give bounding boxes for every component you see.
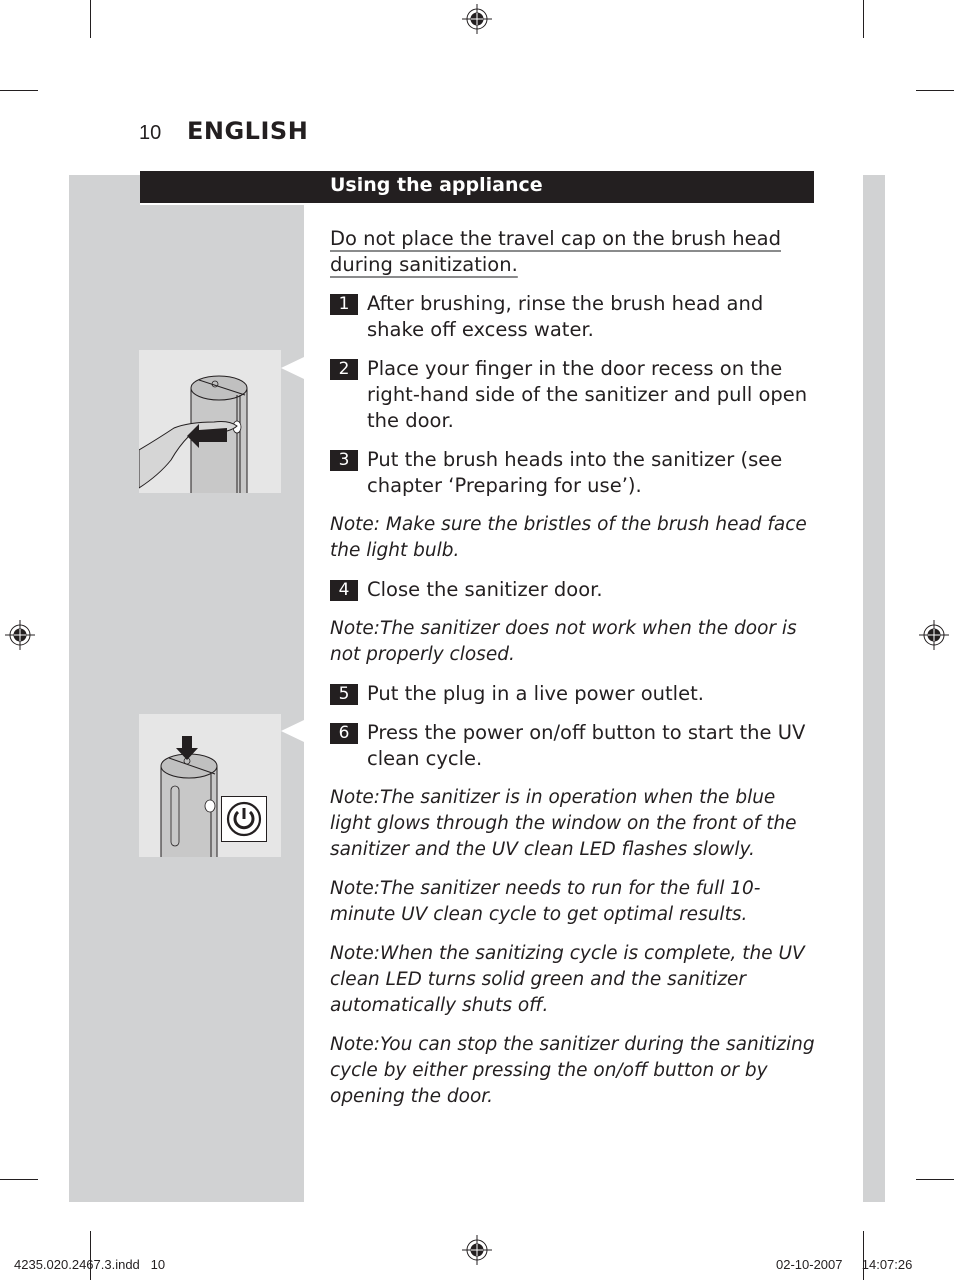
- crop-mark: [90, 1231, 91, 1280]
- step-number: 6: [330, 723, 358, 744]
- step-6: 6 Press the power on/off button to start…: [330, 720, 820, 772]
- crop-mark: [863, 0, 864, 38]
- step-text: After brushing, rinse the brush head and…: [367, 292, 764, 341]
- note: Note:The sanitizer is in operation when …: [330, 787, 797, 860]
- step-1: 1 After brushing, rinse the brush head a…: [330, 291, 820, 343]
- crop-mark: [916, 1179, 954, 1180]
- figure-power-button: [139, 714, 281, 857]
- registration-mark-icon: [919, 620, 949, 650]
- right-margin-bar: [863, 175, 885, 1202]
- step-2: 2 Place your finger in the door recess o…: [330, 356, 820, 434]
- step-number: 5: [330, 684, 358, 705]
- crop-mark: [916, 90, 954, 91]
- registration-mark-icon: [462, 1235, 492, 1265]
- step-text: Put the brush heads into the sanitizer (…: [367, 448, 783, 497]
- step-4: 4 Close the sanitizer door.: [330, 577, 820, 603]
- note: Note: Make sure the bristles of the brus…: [330, 514, 807, 561]
- registration-mark-icon: [5, 620, 35, 650]
- step-number: 1: [330, 294, 358, 315]
- step-number: 2: [330, 359, 358, 380]
- language-heading: ENGLISH: [187, 117, 309, 145]
- footer-timestamp: 02-10-2007 14:07:26: [776, 1257, 912, 1272]
- crop-mark: [0, 1179, 38, 1180]
- crop-mark: [0, 90, 38, 91]
- crop-mark: [863, 1231, 864, 1280]
- warning-text: Do not place the travel cap on the brush…: [330, 227, 781, 276]
- note: Note:You can stop the sanitizer during t…: [330, 1034, 815, 1107]
- page-number: 10: [139, 122, 162, 144]
- note: Note:The sanitizer does not work when th…: [330, 618, 797, 665]
- instructions-column: Do not place the travel cap on the brush…: [330, 226, 820, 1123]
- step-3: 3 Put the brush heads into the sanitizer…: [330, 447, 820, 499]
- step-5: 5 Put the plug in a live power outlet.: [330, 681, 820, 707]
- step-text: Put the plug in a live power outlet.: [367, 682, 704, 705]
- step-text: Close the sanitizer door.: [367, 578, 603, 601]
- footer-date: 02-10-2007: [776, 1257, 843, 1272]
- step-text: Press the power on/off button to start t…: [367, 721, 806, 770]
- footer-filename: 4235.020.2467.3.indd 10: [14, 1257, 166, 1272]
- hand-opening-door-icon: [139, 375, 248, 493]
- footer-time: 14:07:26: [861, 1257, 913, 1272]
- note: Note:The sanitizer needs to run for the …: [330, 878, 761, 925]
- step-number: 4: [330, 580, 358, 601]
- step-text: Place your finger in the door recess on …: [367, 357, 808, 432]
- note: Note:When the sanitizing cycle is comple…: [330, 943, 805, 1016]
- section-header-bar: Using the appliance: [140, 171, 814, 205]
- registration-mark-icon: [462, 4, 492, 34]
- section-title: Using the appliance: [330, 174, 543, 196]
- figure-open-door: [139, 350, 281, 493]
- left-margin-panel: [69, 175, 304, 1202]
- step-number: 3: [330, 450, 358, 471]
- crop-mark: [90, 0, 91, 38]
- figure-pointer: [281, 357, 304, 379]
- power-button-icon: [221, 796, 267, 842]
- figure-pointer: [281, 720, 304, 742]
